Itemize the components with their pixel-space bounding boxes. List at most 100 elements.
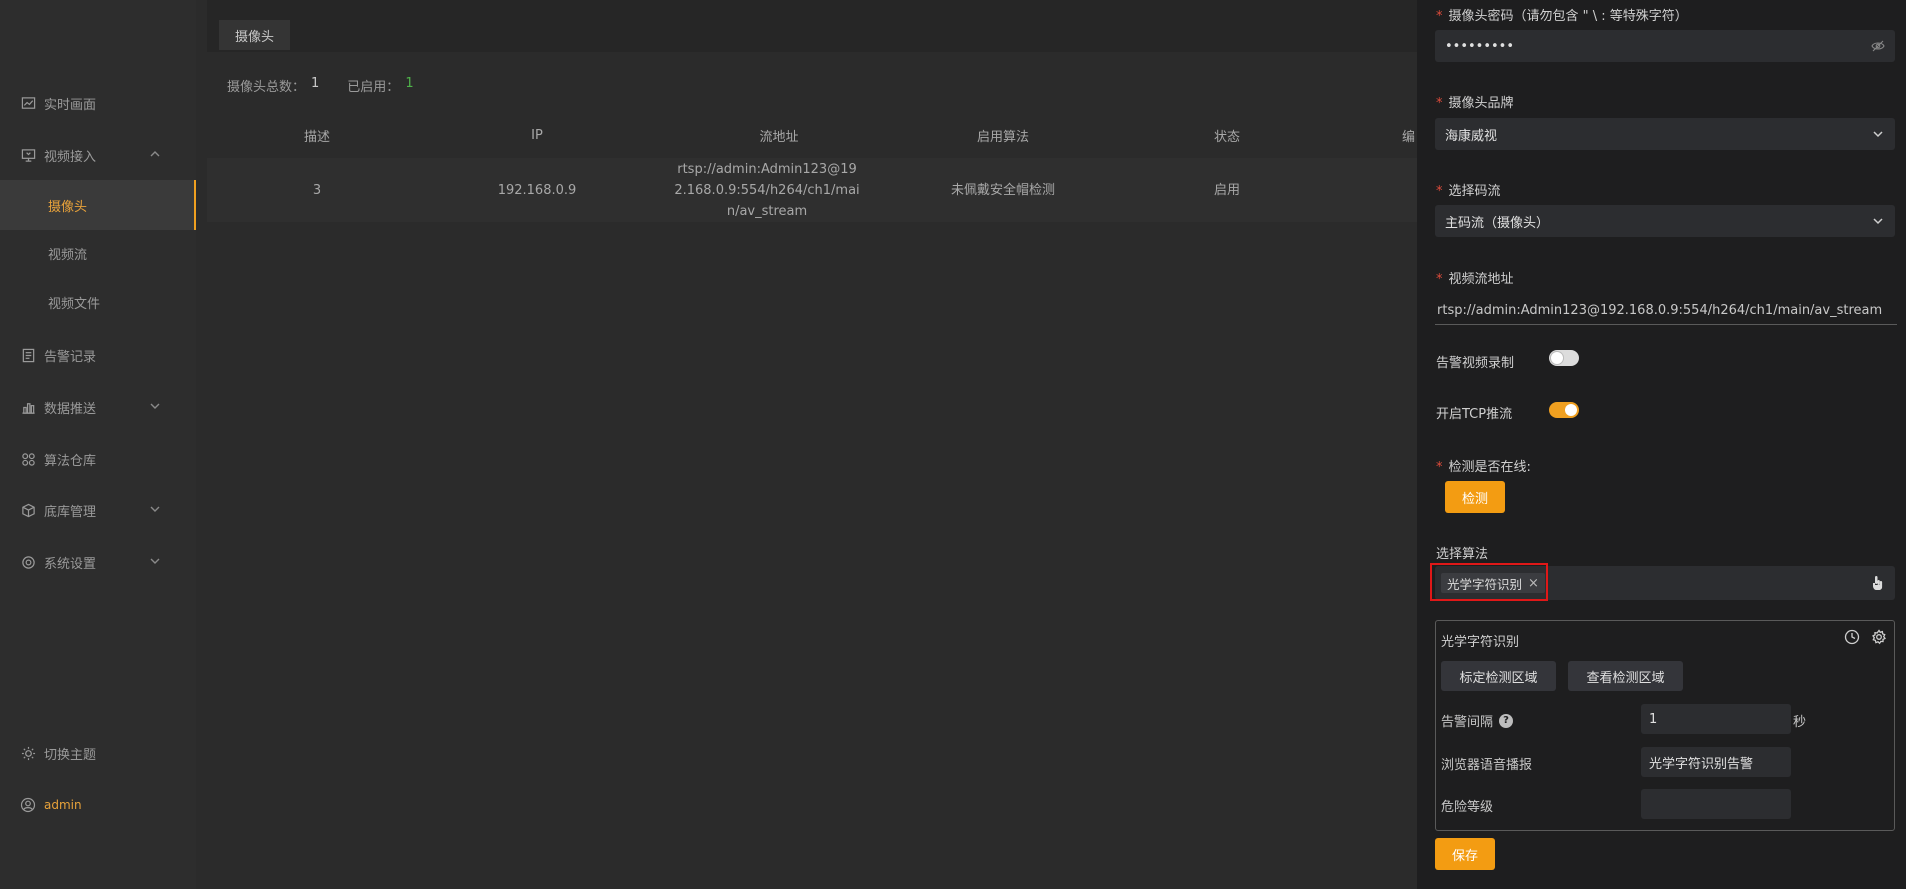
- tab-label: 摄像头: [235, 29, 275, 45]
- cell-algo: 未佩戴安全帽检测: [950, 182, 1055, 198]
- algorithm-config-title: 光学字符识别: [1441, 635, 1520, 650]
- sidebar: 实时画面 视频接入 摄像头 视频流 视频文件 告警记录 数据推送 算法仓库 底库…: [0, 0, 196, 889]
- sidebar-item-gallery[interactable]: 底库管理: [0, 485, 196, 535]
- tab-camera[interactable]: 摄像头: [219, 20, 291, 50]
- sidebar-item-video-stream[interactable]: 视频流: [0, 228, 196, 278]
- toggle-knob: [1551, 352, 1563, 364]
- stream-type-select[interactable]: 主码流（摄像头）: [1435, 205, 1895, 237]
- sidebar-item-label: 数据推送: [44, 401, 97, 417]
- voice-input[interactable]: 光学字符识别告警: [1641, 747, 1791, 777]
- bar-chart-icon: [20, 399, 36, 415]
- danger-level-label: 危险等级: [1441, 800, 1494, 815]
- voice-value: 光学字符识别告警: [1649, 756, 1754, 772]
- save-button[interactable]: 保存: [1435, 838, 1495, 870]
- sidebar-item-algorithm-store[interactable]: 算法仓库: [0, 434, 196, 484]
- main-content: 摄像头 摄像头总数： 1 已启用： 1 描述 IP 流地址 启用算法 状态 编 …: [207, 0, 1417, 889]
- camera-edit-panel: * 摄像头密码（请勿包含 " \ : 等特殊字符） ••••••••• * 摄像头品…: [1417, 0, 1906, 889]
- interval-value: 1: [1649, 711, 1658, 727]
- column-header-desc: 描述: [303, 129, 330, 145]
- stream-url-input[interactable]: rtsp://admin:Admin123@192.168.0.9:554/h2…: [1435, 296, 1897, 325]
- eye-off-icon[interactable]: [1871, 39, 1885, 53]
- highlight-box: [1430, 563, 1548, 601]
- table-header: 描述 IP 流地址 启用算法 状态 编: [207, 118, 1417, 152]
- toggle-knob: [1565, 404, 1577, 416]
- danger-level-input[interactable]: [1641, 789, 1791, 819]
- detect-button[interactable]: 检测: [1445, 481, 1505, 513]
- chevron-down-icon: [148, 399, 162, 413]
- camera-stats: 摄像头总数： 1 已启用： 1: [227, 76, 414, 95]
- sidebar-item-live[interactable]: 实时画面: [0, 78, 196, 128]
- brand-label: * 摄像头品牌: [1436, 96, 1514, 111]
- question-icon[interactable]: ?: [1499, 713, 1514, 728]
- interval-input[interactable]: 1: [1641, 704, 1791, 734]
- stream-url-value: rtsp://admin:Admin123@192.168.0.9:554/h2…: [1437, 302, 1883, 318]
- sidebar-item-label: 视频接入: [44, 149, 97, 165]
- sidebar-item-label: 实时画面: [44, 97, 97, 113]
- cell-ip: 192.168.0.9: [497, 182, 577, 198]
- user-name: admin: [44, 798, 82, 812]
- stream-type-value: 主码流（摄像头）: [1445, 215, 1550, 231]
- total-value: 1: [311, 76, 320, 91]
- column-header-ip: IP: [531, 127, 543, 143]
- password-value: •••••••••: [1445, 38, 1515, 54]
- chevron-down-icon: [148, 554, 162, 568]
- gear-icon: [20, 554, 36, 570]
- sidebar-item-system-settings[interactable]: 系统设置: [0, 537, 196, 587]
- algorithm-config-box: 光学字符识别 标定检测区域 查看检测区域 告警间隔 ? 1 秒 浏览器语音播报 …: [1435, 620, 1895, 831]
- brand-select[interactable]: 海康威视: [1435, 118, 1895, 150]
- enabled-value: 1: [405, 76, 414, 91]
- tab-bar: 摄像头: [207, 0, 1417, 52]
- sidebar-item-label: 视频流: [48, 247, 88, 263]
- password-label: * 摄像头密码（请勿包含 " \ : 等特殊字符）: [1436, 9, 1688, 24]
- table-row[interactable]: 3 192.168.0.9 rtsp://admin:Admin123@192.…: [207, 158, 1417, 222]
- stream-url-label: * 视频流地址: [1436, 272, 1514, 287]
- sidebar-item-data-push[interactable]: 数据推送: [0, 382, 196, 432]
- sidebar-item-video-input[interactable]: 视频接入: [0, 130, 196, 180]
- column-header-algo: 启用算法: [976, 129, 1029, 145]
- hand-pointer-icon: [1870, 575, 1885, 595]
- mark-region-button[interactable]: 标定检测区域: [1441, 661, 1556, 691]
- sidebar-item-label: 底库管理: [44, 504, 97, 520]
- password-field[interactable]: •••••••••: [1435, 30, 1895, 62]
- online-label: * 检测是否在线:: [1436, 460, 1531, 475]
- sun-icon: [20, 745, 36, 761]
- stream-type-label: * 选择码流: [1436, 184, 1501, 199]
- record-toggle[interactable]: [1549, 350, 1579, 366]
- monitor-icon: [20, 147, 36, 163]
- chevron-up-icon: [148, 147, 162, 161]
- chevron-down-icon: [1871, 127, 1885, 141]
- sidebar-item-video-file[interactable]: 视频文件: [0, 277, 196, 327]
- sidebar-item-label: 算法仓库: [44, 453, 97, 469]
- total-label: 摄像头总数：: [227, 80, 306, 95]
- theme-label: 切换主题: [44, 747, 97, 763]
- chart-icon: [20, 95, 36, 111]
- interval-unit: 秒: [1793, 715, 1807, 730]
- cell-status: 启用: [1213, 182, 1240, 198]
- sidebar-item-label: 视频文件: [48, 296, 101, 312]
- column-header-url: 流地址: [759, 129, 799, 145]
- sidebar-item-camera[interactable]: 摄像头: [0, 180, 196, 230]
- view-region-button[interactable]: 查看检测区域: [1568, 661, 1683, 691]
- record-label: 告警视频录制: [1436, 356, 1515, 371]
- cube-icon: [20, 502, 36, 518]
- clock-icon[interactable]: [1844, 629, 1860, 649]
- sidebar-item-label: 摄像头: [48, 199, 88, 215]
- user-icon: [20, 797, 36, 813]
- gear-icon[interactable]: [1871, 629, 1887, 649]
- sidebar-item-label: 系统设置: [44, 556, 97, 572]
- cell-desc: 3: [312, 182, 322, 198]
- cell-url: rtsp://admin:Admin123@192.168.0.9:554/h2…: [674, 161, 860, 219]
- chevron-down-icon: [148, 502, 162, 516]
- algo-label: 选择算法: [1436, 547, 1489, 562]
- brand-value: 海康威视: [1445, 128, 1498, 144]
- enabled-label: 已启用：: [347, 80, 400, 95]
- tcp-toggle[interactable]: [1549, 402, 1579, 418]
- column-header-status: 状态: [1213, 129, 1240, 145]
- tcp-label: 开启TCP推流: [1436, 407, 1513, 422]
- voice-label: 浏览器语音播报: [1441, 758, 1533, 773]
- sidebar-item-alarm-records[interactable]: 告警记录: [0, 330, 196, 380]
- sidebar-item-label: 告警记录: [44, 349, 97, 365]
- sidebar-user[interactable]: admin: [0, 780, 196, 830]
- sidebar-theme-toggle[interactable]: 切换主题: [0, 728, 196, 778]
- chevron-down-icon: [1871, 214, 1885, 228]
